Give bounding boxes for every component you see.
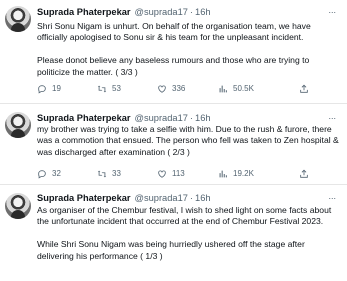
author-handle[interactable]: @suprada17 bbox=[135, 112, 188, 124]
tweet-1[interactable]: Suprada Phaterpekar @suprada17 · 16h ···… bbox=[0, 0, 347, 98]
action-bar: 32 33 113 19.2K bbox=[37, 168, 337, 180]
tweet-text: As organiser of the Chembur festival, I … bbox=[37, 205, 332, 261]
views-icon bbox=[219, 170, 227, 178]
more-options-button[interactable]: ··· bbox=[326, 192, 338, 204]
more-options-button[interactable]: ··· bbox=[326, 112, 338, 124]
timestamp[interactable]: 16h bbox=[195, 192, 211, 204]
share-icon bbox=[300, 84, 308, 93]
like-count: 336 bbox=[172, 84, 186, 93]
author-name[interactable]: Suprada Phaterpekar bbox=[37, 192, 131, 204]
views-count: 50.5K bbox=[233, 84, 254, 93]
avatar[interactable] bbox=[5, 193, 31, 219]
tweet-3[interactable]: Suprada Phaterpekar @suprada17 · 16h ···… bbox=[0, 185, 347, 281]
avatar[interactable] bbox=[5, 112, 31, 138]
author-handle[interactable]: @suprada17 bbox=[135, 192, 188, 204]
timestamp[interactable]: 16h bbox=[195, 112, 211, 124]
author-handle[interactable]: @suprada17 bbox=[135, 6, 188, 18]
separator-dot: · bbox=[189, 193, 194, 203]
reply-button[interactable]: 32 bbox=[37, 168, 61, 180]
reply-icon bbox=[38, 170, 46, 179]
timestamp[interactable]: 16h bbox=[195, 6, 211, 18]
views-button[interactable]: 50.5K bbox=[218, 83, 254, 95]
author-name[interactable]: Suprada Phaterpekar bbox=[37, 112, 131, 124]
views-count: 19.2K bbox=[233, 169, 254, 178]
like-icon bbox=[158, 85, 166, 93]
retweet-count: 33 bbox=[112, 169, 121, 178]
retweet-icon bbox=[97, 170, 107, 178]
retweet-button[interactable]: 53 bbox=[97, 83, 121, 95]
like-button[interactable]: 336 bbox=[157, 83, 185, 95]
reply-icon bbox=[38, 85, 46, 94]
author-name[interactable]: Suprada Phaterpekar bbox=[37, 6, 131, 18]
retweet-count: 53 bbox=[112, 84, 121, 93]
share-icon bbox=[300, 169, 308, 178]
like-count: 113 bbox=[172, 169, 185, 178]
action-bar: 19 53 336 50.5K bbox=[37, 83, 337, 95]
more-options-button[interactable]: ··· bbox=[326, 6, 338, 18]
reply-count: 32 bbox=[52, 169, 61, 178]
tweet-header: Suprada Phaterpekar @suprada17 · 16h bbox=[37, 6, 211, 18]
share-button[interactable] bbox=[299, 83, 314, 95]
tweet-text: my brother was trying to take a selfie w… bbox=[37, 124, 342, 157]
retweet-icon bbox=[97, 85, 107, 93]
retweet-button[interactable]: 33 bbox=[97, 168, 121, 180]
tweet-text: Shri Sonu Nigam is unhurt. On behalf of … bbox=[37, 21, 311, 77]
avatar[interactable] bbox=[5, 6, 31, 32]
views-button[interactable]: 19.2K bbox=[218, 168, 254, 180]
separator-dot: · bbox=[189, 113, 194, 123]
share-button[interactable] bbox=[299, 168, 314, 180]
tweet-header: Suprada Phaterpekar @suprada17 · 16h bbox=[37, 112, 211, 124]
tweet-header: Suprada Phaterpekar @suprada17 · 16h bbox=[37, 192, 211, 204]
separator-dot: · bbox=[189, 7, 194, 17]
like-button[interactable]: 113 bbox=[157, 168, 185, 180]
tweet-2[interactable]: Suprada Phaterpekar @suprada17 · 16h ···… bbox=[0, 104, 347, 182]
reply-button[interactable]: 19 bbox=[37, 83, 61, 95]
reply-count: 19 bbox=[52, 84, 61, 93]
views-icon bbox=[219, 85, 227, 93]
like-icon bbox=[158, 170, 166, 178]
